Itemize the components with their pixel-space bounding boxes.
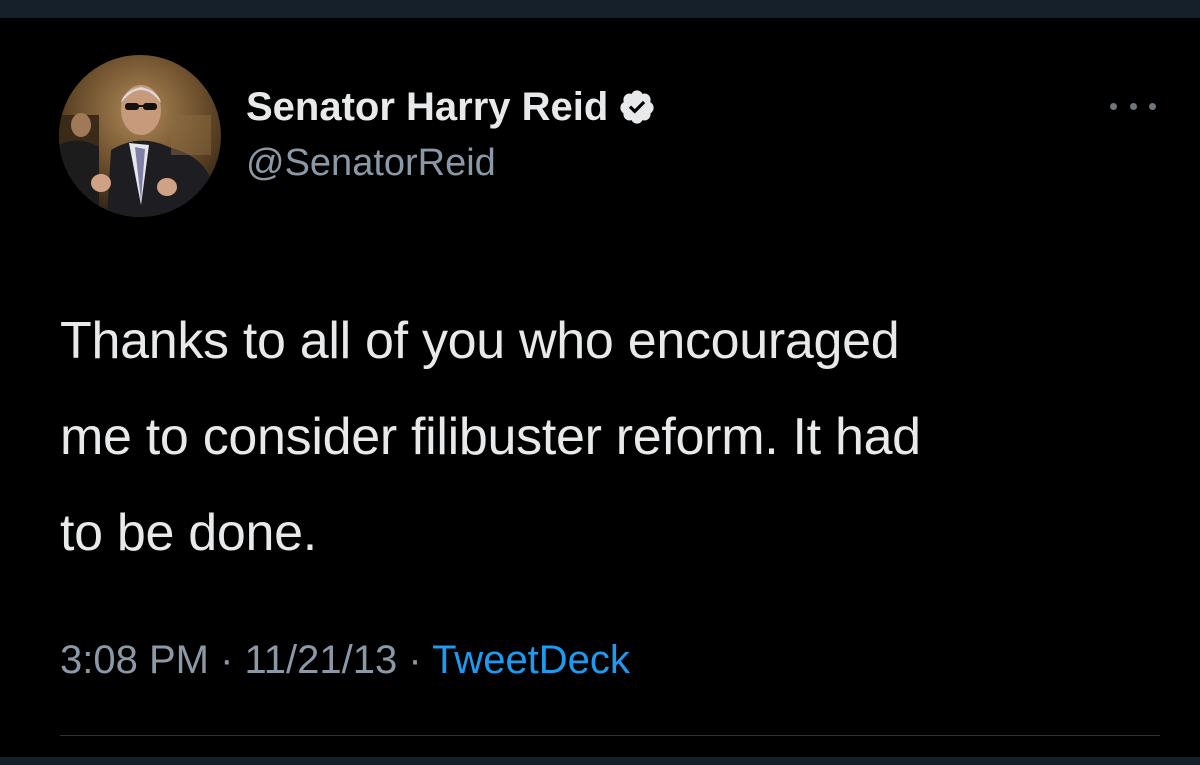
verified-badge-icon [618, 88, 656, 126]
meta-separator: · [397, 638, 433, 682]
author-handle[interactable]: @SenatorReid [246, 142, 496, 185]
tweet-time[interactable]: 3:08 PM [60, 638, 209, 682]
bottom-frame-bar [0, 757, 1200, 765]
tweet-text: Thanks to all of you who encouraged me t… [60, 312, 921, 562]
divider [60, 735, 1160, 736]
top-frame-bar [0, 0, 1200, 18]
tweet-source-link[interactable]: TweetDeck [432, 638, 630, 682]
more-horizontal-icon [1110, 102, 1117, 110]
more-horizontal-icon-dot [1149, 102, 1156, 110]
more-horizontal-icon-dot [1129, 102, 1137, 110]
more-options-button[interactable] [1110, 96, 1156, 116]
tweet-card: Senator Harry Reid @SenatorReid Thanks t… [0, 18, 1200, 757]
avatar[interactable] [59, 55, 221, 217]
meta-separator: · [208, 638, 245, 682]
avatar-photo [59, 55, 221, 217]
tweet-metadata: 3:08 PM · 11/21/13 · TweetDeck [60, 638, 630, 683]
display-name[interactable]: Senator Harry Reid [246, 85, 608, 130]
tweet-date[interactable]: 11/21/13 [245, 638, 398, 682]
author-name-row: Senator Harry Reid [246, 82, 656, 132]
